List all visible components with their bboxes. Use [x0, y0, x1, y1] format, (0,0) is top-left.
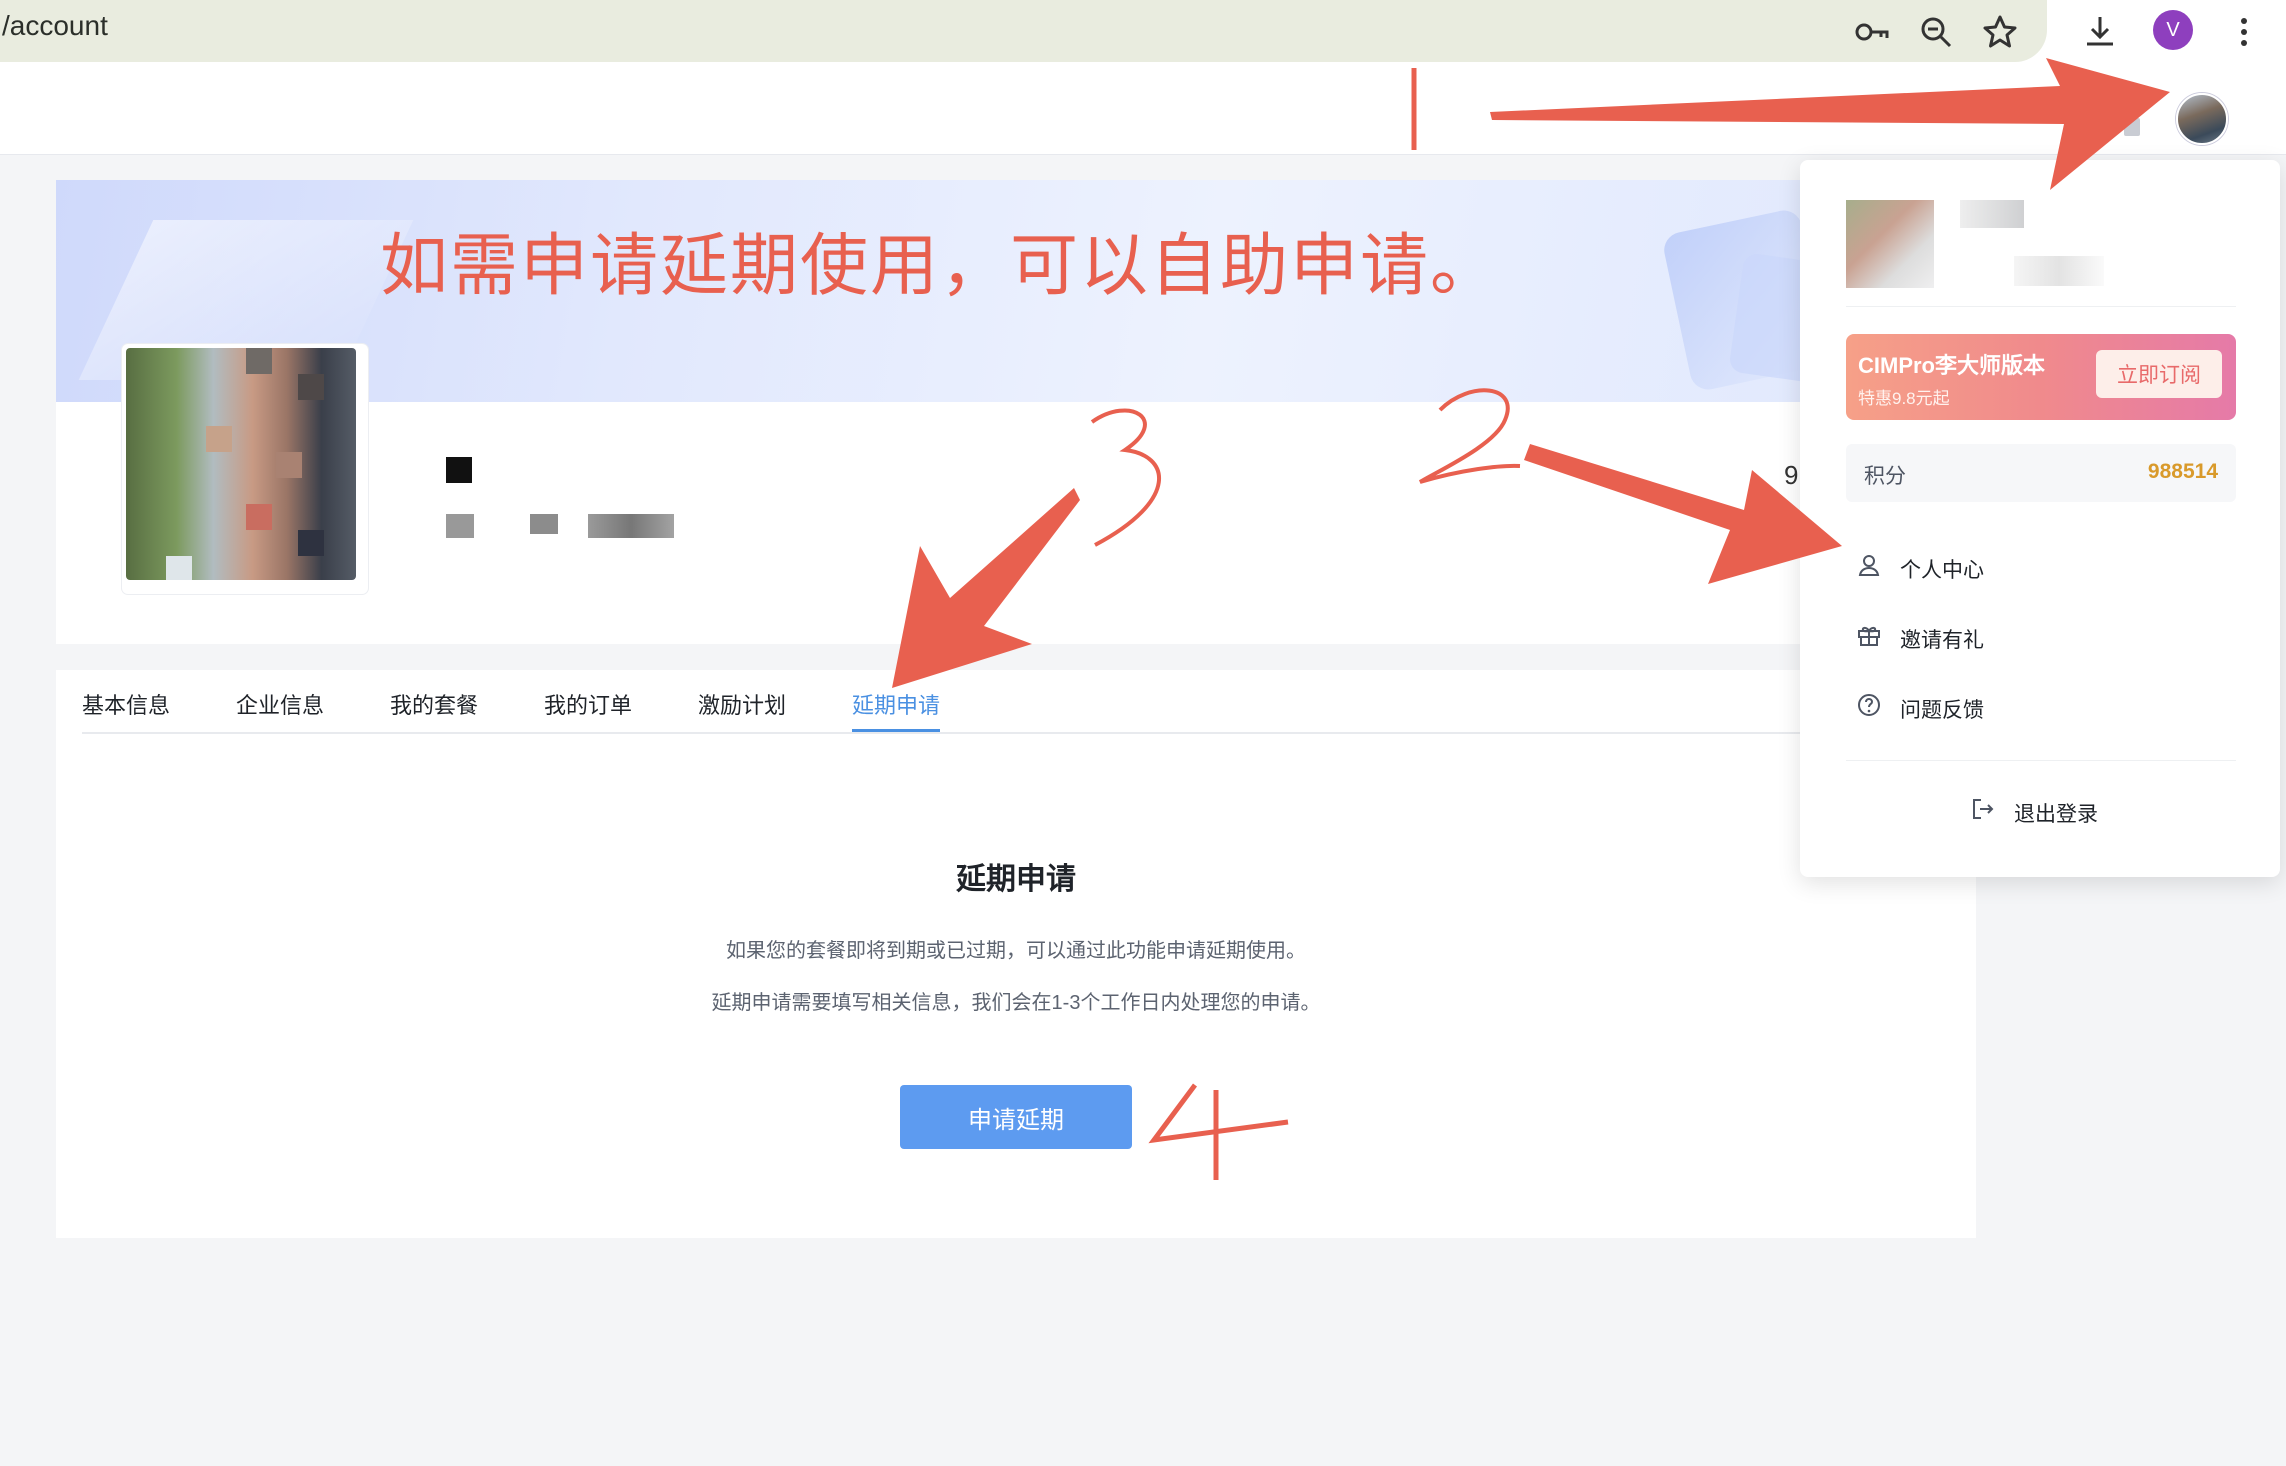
description-line: 如果您的套餐即将到期或已过期，可以通过此功能申请延期使用。: [726, 940, 1306, 962]
zoom-icon[interactable]: [1916, 12, 1956, 52]
tab-company-info[interactable]: 企业信息: [236, 688, 324, 720]
logout-button[interactable]: 退出登录: [1970, 786, 2130, 834]
user-info-redacted: [530, 514, 558, 534]
section-title: 延期申请: [956, 863, 1076, 896]
user-avatar[interactable]: [2176, 93, 2228, 145]
points-label: 积分: [1864, 465, 1906, 488]
menu-item-feedback[interactable]: 问题反馈: [1856, 682, 2236, 730]
username-redacted: [446, 457, 472, 483]
browser-profile-avatar[interactable]: V: [2153, 10, 2193, 50]
account-tabs: 基本信息 企业信息 我的套餐 我的订单 激励计划 延期申请: [82, 670, 1942, 734]
promo-title: CIMPro李大师版本: [1858, 353, 2046, 378]
logout-icon: [1970, 796, 1996, 822]
url-text[interactable]: /account: [2, 10, 108, 42]
gift-icon: [1856, 622, 1882, 648]
tab-my-plan[interactable]: 我的套餐: [390, 688, 478, 720]
description-line: 延期申请需要填写相关信息，我们会在1-3个工作日内处理您的申请。: [711, 992, 1321, 1014]
menu-item-personal-center[interactable]: 个人中心: [1856, 542, 2236, 590]
menu-item-label: 邀请有礼: [1900, 629, 1984, 652]
active-tab-indicator: [852, 729, 940, 732]
dropdown-userinfo-redacted: [2014, 256, 2104, 286]
tab-my-orders[interactable]: 我的订单: [544, 688, 632, 720]
dropdown-avatar: [1846, 200, 1934, 288]
logout-label: 退出登录: [2014, 803, 2098, 826]
browser-toolbar: /account V: [0, 0, 2286, 76]
notification-icon[interactable]: [2124, 118, 2140, 136]
user-info-redacted: [446, 514, 474, 538]
key-icon[interactable]: [1852, 12, 1892, 52]
apply-extension-button[interactable]: 申请延期: [900, 1085, 1132, 1149]
dropdown-username-redacted: [1960, 200, 2024, 228]
menu-item-label: 个人中心: [1900, 559, 1984, 582]
download-icon[interactable]: [2080, 12, 2120, 52]
more-icon[interactable]: [2224, 12, 2264, 52]
tab-extension-request[interactable]: 延期申请: [852, 688, 940, 720]
account-content: 基本信息 企业信息 我的套餐 我的订单 激励计划 延期申请 延期申请 如果您的套…: [56, 670, 1976, 1238]
subscribe-button[interactable]: 立即订阅: [2096, 350, 2222, 398]
profile-avatar: [122, 344, 368, 594]
divider: [1846, 760, 2236, 761]
tab-basic-info[interactable]: 基本信息: [82, 688, 170, 720]
avatar-image: [126, 348, 356, 580]
help-icon: [1856, 692, 1882, 718]
menu-item-invite[interactable]: 邀请有礼: [1856, 612, 2236, 660]
user-icon: [1856, 552, 1882, 578]
annotation-headline: 如需申请延期使用，可以自助申请。: [380, 228, 1501, 304]
site-header: [0, 76, 2286, 155]
promo-subtitle: 特惠9.8元起: [1858, 389, 1950, 408]
points-value: 988514: [2147, 460, 2218, 483]
profile-stat: 9: [1784, 460, 1799, 490]
points-panel: 积分 988514: [1846, 444, 2236, 502]
tab-incentive-plan[interactable]: 激励计划: [698, 688, 786, 720]
user-dropdown: CIMPro李大师版本 特惠9.8元起 立即订阅 积分 988514 个人中心 …: [1800, 160, 2280, 877]
menu-item-label: 问题反馈: [1900, 699, 1984, 722]
user-info-redacted: [588, 514, 674, 538]
address-bar[interactable]: /account: [0, 0, 2047, 62]
promo-card: CIMPro李大师版本 特惠9.8元起 立即订阅: [1846, 334, 2236, 420]
divider: [1846, 306, 2236, 307]
star-icon[interactable]: [1980, 12, 2020, 52]
